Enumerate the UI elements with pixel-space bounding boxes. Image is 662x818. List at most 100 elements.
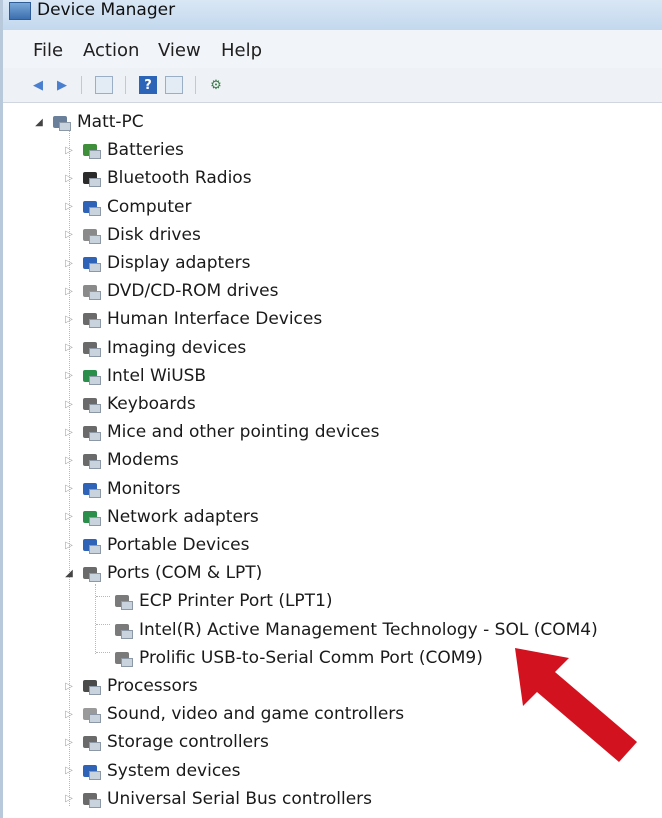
- monitor-icon: [81, 480, 101, 498]
- port-icon: [113, 621, 133, 639]
- tree-root-label: Matt-PC: [77, 112, 144, 132]
- expand-arrow-icon[interactable]: ▷: [63, 145, 75, 156]
- tree-category[interactable]: ▷ System devices: [63, 757, 240, 785]
- network-icon: [81, 508, 101, 526]
- category-label: Modems: [107, 450, 179, 471]
- expand-arrow-icon[interactable]: ▷: [63, 229, 75, 240]
- tree-category[interactable]: ▷ Sound, video and game controllers: [63, 700, 404, 728]
- tree-category[interactable]: ▷ Keyboards: [63, 390, 196, 418]
- toolbar-separator: [81, 76, 82, 94]
- processor-icon: [81, 677, 101, 695]
- tree-category[interactable]: ▷ Human Interface Devices: [63, 305, 322, 333]
- expand-arrow-icon[interactable]: ▷: [63, 173, 75, 184]
- category-label: Display adapters: [107, 253, 251, 273]
- tree-category[interactable]: ▷ Bluetooth Radios: [63, 164, 251, 192]
- device-manager-window: Device Manager File Action View Help ◀ ▶…: [0, 0, 662, 818]
- back-arrow-icon[interactable]: ◀: [29, 76, 47, 94]
- port-icon: [113, 649, 133, 667]
- expand-arrow-icon[interactable]: ▷: [63, 681, 75, 692]
- scan-hardware-icon[interactable]: ⚙: [207, 76, 225, 94]
- tree-category[interactable]: ▷ Portable Devices: [63, 531, 250, 559]
- category-label: Monitors: [107, 478, 181, 499]
- help-icon[interactable]: ?: [139, 76, 157, 94]
- tree-category[interactable]: ◢ Ports (COM & LPT): [63, 559, 262, 587]
- category-label: Processors: [107, 676, 198, 696]
- title-bar: Device Manager: [3, 0, 662, 31]
- modem-icon: [81, 451, 101, 470]
- imaging-icon: [81, 339, 101, 357]
- toolbar: ◀ ▶ ? ⚙: [3, 68, 662, 103]
- tree-category[interactable]: ▷ Mice and other pointing devices: [63, 418, 379, 446]
- collapse-arrow-icon[interactable]: ◢: [33, 117, 45, 128]
- device-manager-app-icon: [9, 2, 31, 20]
- expand-arrow-icon[interactable]: ▷: [63, 483, 75, 494]
- menu-action[interactable]: Action: [83, 40, 139, 61]
- category-label: Disk drives: [107, 224, 201, 245]
- menu-view[interactable]: View: [158, 40, 201, 61]
- category-label: Portable Devices: [107, 535, 250, 555]
- tree-category[interactable]: ▷ Network adapters: [63, 503, 259, 531]
- tree-category[interactable]: ▷ Display adapters: [63, 249, 250, 277]
- expand-arrow-icon[interactable]: ▷: [63, 201, 75, 212]
- category-label: Storage controllers: [107, 732, 269, 753]
- menu-file[interactable]: File: [33, 40, 63, 61]
- tree-port-item[interactable]: Intel(R) Active Management Technology - …: [95, 616, 598, 644]
- computer-icon: [51, 113, 71, 131]
- expand-arrow-icon[interactable]: ▷: [63, 314, 75, 325]
- expand-arrow-icon[interactable]: ▷: [63, 737, 75, 748]
- port-icon: [81, 564, 101, 583]
- tree-category[interactable]: ▷ Computer: [63, 193, 192, 221]
- port-label: Intel(R) Active Management Technology - …: [139, 619, 598, 640]
- category-label: Network adapters: [107, 506, 259, 527]
- portable-device-icon: [81, 536, 101, 554]
- expand-arrow-icon[interactable]: ▷: [63, 765, 75, 776]
- tree-category[interactable]: ▷ Monitors: [63, 475, 180, 503]
- collapse-arrow-icon[interactable]: ◢: [63, 568, 75, 579]
- hid-icon: [81, 310, 101, 329]
- dvd-drive-icon: [81, 282, 101, 301]
- expand-arrow-icon[interactable]: ▷: [63, 258, 75, 269]
- tree-node-root[interactable]: ◢ Matt-PC: [33, 108, 144, 136]
- tree-category[interactable]: ▷ Batteries: [63, 136, 184, 164]
- window-title: Device Manager: [37, 0, 176, 20]
- tree-category[interactable]: ▷ Intel WiUSB: [63, 362, 206, 390]
- tree-category[interactable]: ▷ Disk drives: [63, 221, 201, 249]
- usb-icon: [81, 790, 101, 808]
- category-label: Computer: [107, 196, 192, 217]
- toolbar-separator: [195, 76, 196, 94]
- port-label: ECP Printer Port (LPT1): [139, 591, 333, 612]
- tree-port-item[interactable]: Prolific USB-to-Serial Comm Port (COM9): [95, 644, 483, 672]
- category-label: Human Interface Devices: [107, 309, 323, 330]
- tree-port-item[interactable]: ECP Printer Port (LPT1): [95, 587, 333, 615]
- storage-controller-icon: [81, 733, 101, 752]
- expand-arrow-icon[interactable]: ▷: [63, 709, 75, 720]
- device-view-icon[interactable]: [165, 76, 183, 94]
- expand-arrow-icon[interactable]: ▷: [63, 793, 75, 804]
- tree-category[interactable]: ▷ Modems: [63, 446, 179, 474]
- port-icon: [113, 592, 133, 611]
- category-label: Imaging devices: [107, 337, 247, 358]
- disk-drive-icon: [81, 226, 101, 244]
- expand-arrow-icon[interactable]: ▷: [63, 427, 75, 438]
- tree-category[interactable]: ▷ Storage controllers: [63, 728, 269, 756]
- expand-arrow-icon[interactable]: ▷: [63, 540, 75, 551]
- expand-arrow-icon[interactable]: ▷: [63, 370, 75, 381]
- toolbar-separator: [125, 76, 126, 94]
- tree-category[interactable]: ▷ Imaging devices: [63, 334, 246, 362]
- tree-category[interactable]: ▷ DVD/CD-ROM drives: [63, 277, 278, 305]
- tree-category[interactable]: ▷ Universal Serial Bus controllers: [63, 785, 372, 813]
- keyboard-icon: [81, 395, 101, 413]
- bluetooth-icon: [81, 169, 101, 188]
- tree-category[interactable]: ▷ Processors: [63, 672, 198, 700]
- expand-arrow-icon[interactable]: ▷: [63, 455, 75, 466]
- expand-arrow-icon[interactable]: ▷: [63, 286, 75, 297]
- forward-arrow-icon[interactable]: ▶: [53, 76, 71, 94]
- properties-sheet-icon[interactable]: [95, 76, 113, 94]
- expand-arrow-icon[interactable]: ▷: [63, 511, 75, 522]
- category-label: DVD/CD-ROM drives: [107, 281, 279, 302]
- sound-icon: [81, 705, 101, 724]
- expand-arrow-icon[interactable]: ▷: [63, 342, 75, 353]
- system-device-icon: [81, 762, 101, 780]
- menu-help[interactable]: Help: [221, 40, 262, 61]
- expand-arrow-icon[interactable]: ▷: [63, 399, 75, 410]
